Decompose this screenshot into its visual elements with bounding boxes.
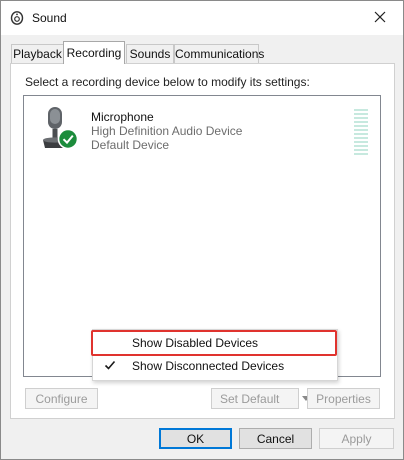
tab-sounds[interactable]: Sounds	[126, 44, 174, 63]
properties-button[interactable]: Properties	[307, 388, 380, 409]
menu-item-label: Show Disconnected Devices	[132, 359, 285, 373]
ok-button[interactable]: OK	[159, 428, 232, 449]
highlight-annotation	[91, 330, 337, 356]
recording-panel: Select a recording device below to modif…	[10, 63, 395, 419]
menu-item-show-disconnected[interactable]: Show Disconnected Devices	[94, 355, 336, 377]
cancel-button[interactable]: Cancel	[239, 428, 312, 449]
device-driver: High Definition Audio Device	[91, 124, 243, 138]
close-button[interactable]	[357, 1, 403, 35]
title-bar: Sound	[1, 1, 403, 35]
instruction-text: Select a recording device below to modif…	[25, 75, 310, 89]
level-meter	[354, 109, 368, 157]
device-name: Microphone	[91, 110, 154, 124]
device-list[interactable]: Microphone High Definition Audio Device …	[23, 95, 381, 381]
device-status: Default Device	[91, 138, 170, 152]
checkmark-icon	[104, 359, 116, 371]
tab-communications[interactable]: Communications	[174, 44, 264, 63]
apply-button[interactable]: Apply	[319, 428, 394, 449]
set-default-label: Set Default	[220, 392, 280, 406]
tab-playback[interactable]: Playback	[11, 44, 64, 63]
window-title: Sound	[32, 11, 67, 25]
configure-button[interactable]: Configure	[25, 388, 98, 409]
tab-recording[interactable]: Recording	[63, 41, 125, 64]
sound-dialog: Sound Playback Recording Sounds Communic…	[0, 0, 404, 460]
speaker-icon	[10, 11, 24, 25]
default-check-badge-icon	[57, 128, 79, 150]
set-default-button[interactable]: Set Default	[211, 388, 310, 409]
microphone-icon	[40, 106, 80, 152]
close-icon	[374, 11, 386, 26]
